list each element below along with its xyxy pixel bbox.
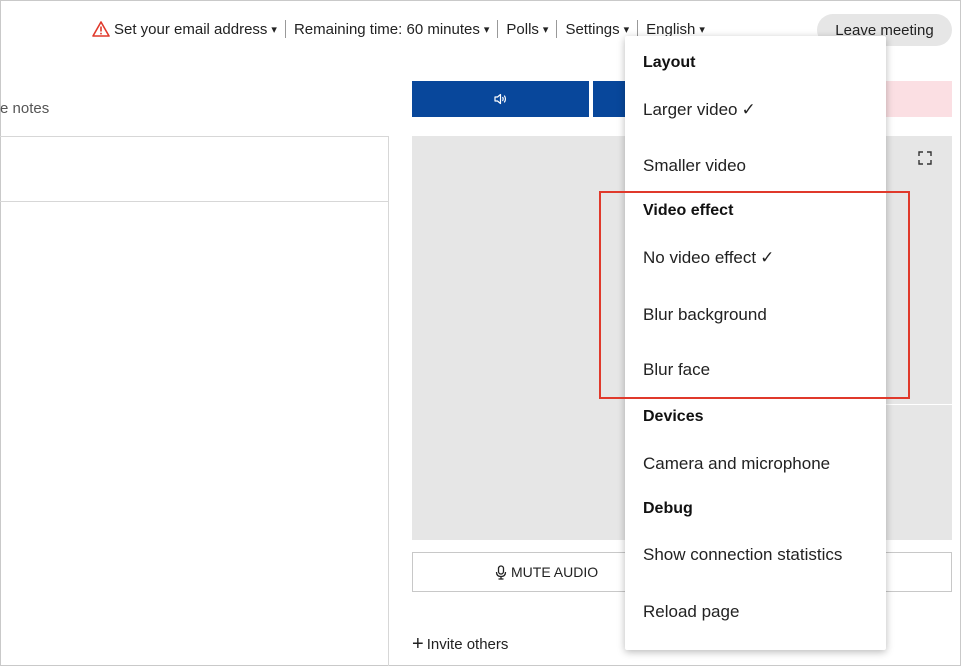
settings-menu-toggle[interactable]: Settings ▾ xyxy=(557,21,637,38)
plus-icon: + xyxy=(412,633,424,655)
speaker-button[interactable] xyxy=(412,81,589,117)
microphone-icon xyxy=(495,564,507,580)
polls-menu[interactable]: Polls ▾ xyxy=(498,21,556,38)
topbar-menu: Set your email address ▾ Remaining time:… xyxy=(84,16,713,42)
camera-and-microphone-item[interactable]: Camera and microphone xyxy=(643,454,830,474)
camera-and-microphone-label: Camera and microphone xyxy=(643,454,831,473)
no-video-effect-label: No video effect xyxy=(643,248,757,267)
larger-video-label: Larger video xyxy=(643,100,738,119)
warning-triangle-icon xyxy=(92,21,110,37)
smaller-video-item[interactable]: Smaller video xyxy=(643,156,746,176)
chevron-down-icon: ▾ xyxy=(623,23,630,36)
larger-video-item[interactable]: Larger video ✓ xyxy=(643,100,756,120)
smaller-video-label: Smaller video xyxy=(643,156,746,175)
set-email-menu[interactable]: Set your email address ▾ xyxy=(84,21,285,38)
remaining-time-menu[interactable]: Remaining time: 60 minutes ▾ xyxy=(286,21,497,38)
speaker-icon xyxy=(493,93,506,105)
show-connection-statistics-label: Show connection statistics xyxy=(643,545,843,564)
alert-strip xyxy=(880,81,952,117)
language-menu[interactable]: English ▾ xyxy=(638,21,713,38)
fullscreen-icon[interactable] xyxy=(918,151,932,165)
reload-page-item[interactable]: Reload page xyxy=(643,602,739,622)
chevron-down-icon: ▾ xyxy=(699,23,705,36)
video-divider xyxy=(886,404,952,405)
chevron-down-icon: ▾ xyxy=(542,23,549,36)
blur-face-label: Blur face xyxy=(643,360,711,379)
settings-dropdown: Layout Larger video ✓ Smaller video Video… xyxy=(625,36,886,650)
set-email-label: Set your email address xyxy=(114,20,268,38)
language-label: English xyxy=(646,20,696,38)
video-effect-header: Video effect xyxy=(643,202,734,219)
notes-panel xyxy=(0,136,389,666)
notes-tab[interactable]: e notes xyxy=(0,100,49,117)
layout-header: Layout xyxy=(643,54,696,71)
invite-others-link[interactable]: + Invite others xyxy=(412,634,508,654)
notes-panel-header[interactable] xyxy=(0,137,388,202)
reload-page-label: Reload page xyxy=(643,602,740,621)
blur-background-item[interactable]: Blur background xyxy=(643,305,767,325)
devices-header: Devices xyxy=(643,408,704,425)
debug-header: Debug xyxy=(643,500,693,517)
blur-face-item[interactable]: Blur face xyxy=(643,360,710,380)
chevron-down-icon: ▾ xyxy=(483,23,490,36)
remaining-time-label: Remaining time: 60 minutes xyxy=(293,20,480,38)
settings-label: Settings xyxy=(565,20,620,38)
blur-background-label: Blur background xyxy=(643,305,767,324)
chevron-down-icon: ▾ xyxy=(271,23,277,36)
mute-audio-label: MUTE AUDIO xyxy=(511,564,599,580)
polls-label: Polls xyxy=(506,20,539,38)
invite-others-label: Invite others xyxy=(426,635,509,653)
show-connection-statistics-item[interactable]: Show connection statistics xyxy=(643,545,842,565)
check-icon: ✓ xyxy=(741,100,756,119)
no-video-effect-item[interactable]: No video effect ✓ xyxy=(643,248,774,268)
check-icon: ✓ xyxy=(760,248,775,267)
